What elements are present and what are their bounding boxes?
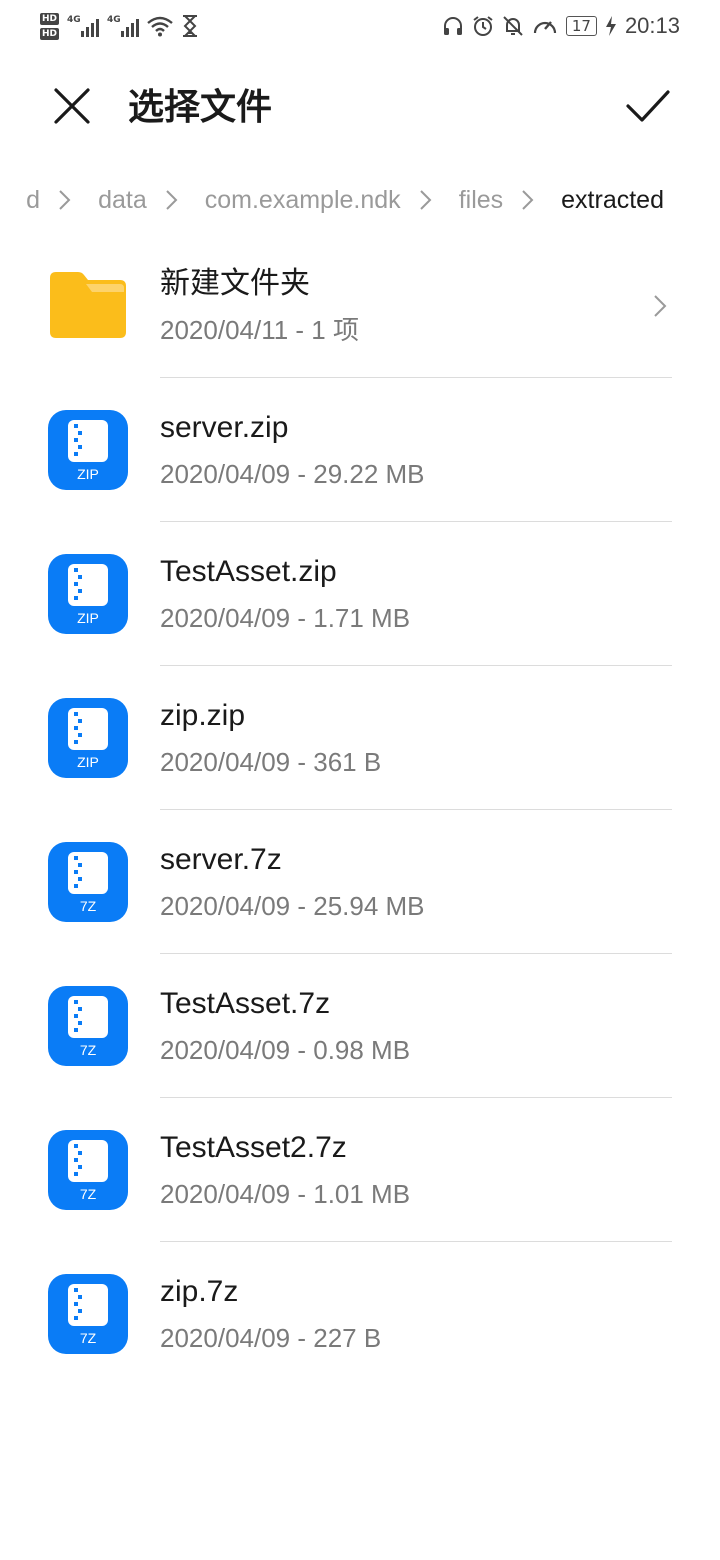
hd-badge-1: HD (40, 12, 60, 25)
wifi-icon (147, 16, 173, 37)
speed-icon (533, 21, 556, 34)
file-name: zip.zip (160, 699, 246, 732)
list-item-file[interactable]: 7Z zip.7z 2020/04/09 - 227 B (0, 1242, 720, 1386)
file-name: server.zip (160, 411, 289, 444)
file-meta: 2020/04/09 - 25.94 MB (160, 891, 425, 921)
list-item-file[interactable]: 7Z TestAsset.7z 2020/04/09 - 0.98 MB (0, 954, 720, 1098)
file-name: server.7z (160, 843, 282, 876)
check-icon[interactable] (622, 82, 674, 130)
status-left: HD HD 4G 4G (40, 6, 199, 46)
chevron-right-icon (522, 190, 534, 210)
file-type-badge: ZIP (77, 754, 99, 770)
file-type-badge: 7Z (79, 1330, 97, 1346)
breadcrumb-item[interactable]: com.example.ndk (205, 186, 401, 215)
file-name: TestAsset.7z (160, 987, 331, 1020)
archive-icon: 7Z (48, 1274, 128, 1354)
folder-icon (50, 272, 126, 338)
breadcrumb-trail: d data com.example.ndk files extracted (26, 172, 664, 228)
file-meta: 2020/04/09 - 1.71 MB (160, 603, 411, 633)
file-type-badge: ZIP (77, 466, 99, 482)
archive-icon: 7Z (48, 842, 128, 922)
file-meta: 2020/04/09 - 361 B (160, 747, 382, 777)
alarm-icon (473, 16, 493, 36)
archive-icon: ZIP (48, 410, 128, 490)
signal-icon-1: 4G (67, 15, 100, 37)
file-name: TestAsset2.7z (160, 1131, 347, 1164)
close-icon[interactable] (48, 82, 96, 130)
file-meta: 2020/04/09 - 0.98 MB (160, 1035, 411, 1065)
file-list: 新建文件夹 2020/04/11 - 1 项 ZIP server.zip 20… (0, 234, 720, 1386)
file-type-badge: 7Z (79, 1042, 97, 1058)
file-name: 新建文件夹 (160, 267, 310, 300)
list-item-file[interactable]: ZIP TestAsset.zip 2020/04/09 - 1.71 MB (0, 522, 720, 666)
hourglass-icon (183, 15, 198, 37)
breadcrumb-item[interactable]: files (459, 186, 503, 215)
archive-icon: 7Z (48, 1130, 128, 1210)
list-item-file[interactable]: 7Z TestAsset2.7z 2020/04/09 - 1.01 MB (0, 1098, 720, 1242)
archive-icon: ZIP (48, 554, 128, 634)
list-item-file[interactable]: ZIP zip.zip 2020/04/09 - 361 B (0, 666, 720, 810)
archive-icon: ZIP (48, 698, 128, 778)
chevron-right-icon (59, 190, 71, 210)
headset-icon (443, 17, 462, 35)
status-bar: HD HD 4G 4G 17 20:13 (0, 0, 720, 52)
battery-level: 17 (565, 16, 597, 36)
chevron-right-icon (419, 190, 432, 210)
charging-icon (605, 16, 616, 36)
file-type-badge: 7Z (79, 898, 97, 914)
file-type-badge: 7Z (79, 1186, 97, 1202)
page-title: 选择文件 (128, 87, 273, 128)
chevron-right-icon (654, 295, 667, 317)
archive-icon: 7Z (48, 986, 128, 1066)
breadcrumb-current: extracted (561, 185, 664, 214)
file-type-badge: ZIP (77, 610, 99, 626)
breadcrumb-item[interactable]: d (26, 186, 40, 215)
breadcrumb: d data com.example.ndk files extracted (0, 172, 720, 228)
mute-bell-icon (503, 16, 523, 36)
list-item-file[interactable]: ZIP server.zip 2020/04/09 - 29.22 MB (0, 378, 720, 522)
signal-icon-2: 4G (107, 15, 140, 37)
app-header: 选择文件 (0, 56, 720, 160)
file-meta: 2020/04/09 - 227 B (160, 1323, 382, 1353)
clock: 20:13 (624, 13, 680, 38)
file-name: zip.7z (160, 1275, 239, 1308)
file-name: TestAsset.zip (160, 555, 337, 588)
hd-indicators: HD HD (40, 12, 60, 40)
file-meta: 2020/04/11 - 1 项 (160, 315, 359, 345)
status-right: 17 20:13 (442, 10, 680, 42)
list-item-folder[interactable]: 新建文件夹 2020/04/11 - 1 项 (0, 234, 720, 378)
network-type-1: 4G (67, 15, 81, 25)
list-item-file[interactable]: 7Z server.7z 2020/04/09 - 25.94 MB (0, 810, 720, 954)
chevron-right-icon (166, 190, 178, 210)
network-type-2: 4G (107, 15, 121, 25)
breadcrumb-item[interactable]: data (98, 186, 147, 215)
file-meta: 2020/04/09 - 29.22 MB (160, 459, 425, 489)
file-meta: 2020/04/09 - 1.01 MB (160, 1179, 411, 1209)
hd-badge-2: HD (40, 27, 60, 40)
